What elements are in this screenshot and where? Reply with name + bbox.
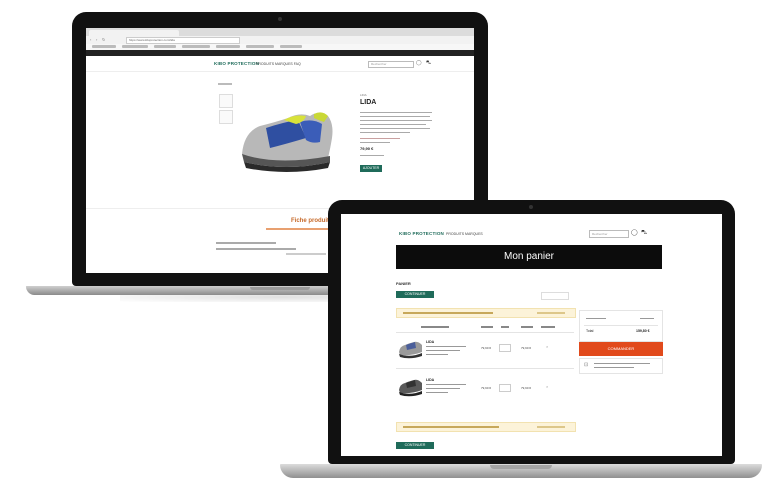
camera-dot [529,205,533,209]
order-summary: Total 159,80 € [579,310,663,342]
site-topbar [86,50,474,56]
user-icon[interactable]: ◯ [631,229,638,236]
column-header-total [521,326,533,328]
cart-section-label: PANIER [396,281,411,286]
item-image [399,341,422,359]
laptop-front-screen: KIBO PROTECTION PRODUITS MARQUES Recherc… [341,214,722,456]
search-input[interactable]: Rechercher [368,61,414,68]
breadcrumb[interactable] [218,83,232,85]
forward-icon[interactable]: › [96,37,97,42]
item-desc [426,350,460,352]
description-line [360,128,430,130]
spec-line [216,242,276,244]
description-line [360,124,426,126]
secure-payment-box: ⊡ [579,358,663,374]
item-desc [426,384,466,386]
search-input[interactable]: Rechercher [589,230,629,238]
column-header-price [481,326,493,328]
description-line [360,112,432,114]
bookmark-item[interactable] [92,45,116,48]
back-icon[interactable]: ‹ [90,37,91,42]
stock-line [360,138,400,140]
item-price: 79,90 € [481,386,492,390]
description-line [360,132,410,134]
camera-dot [278,17,282,21]
column-header-qty [501,326,509,328]
column-header-remove [541,326,555,328]
checkout-button[interactable]: COMMANDER [579,342,663,356]
spec-line [216,248,296,250]
secure-text [594,363,650,365]
laptop-back-notch [250,287,310,290]
size-label [360,142,390,144]
address-bar[interactable]: https://www.kiloprotection.com/lida [126,37,240,44]
add-to-cart-button[interactable]: AJOUTER [360,165,382,172]
total-label: Total [586,329,594,333]
bookmark-item[interactable] [216,45,240,48]
cart-icon[interactable]: ⛍ [426,60,431,67]
bookmark-item[interactable] [246,45,274,48]
user-icon[interactable]: ◯ [416,60,422,66]
reload-icon[interactable]: ↻ [102,37,105,42]
secure-text [594,367,634,369]
product-brand: LIDA [360,93,367,97]
continue-shopping-button-bottom[interactable]: CONTINUER [396,442,434,449]
item-image [399,379,422,397]
qty-stepper[interactable] [499,344,511,352]
lock-icon: ⊡ [584,362,589,368]
product-price: 79,90 € [360,146,374,151]
row-divider [396,332,574,333]
site-logo[interactable]: KIBO PROTECTION [399,231,444,236]
column-header-product [421,326,449,328]
row-divider [396,368,574,369]
total-value: 159,80 € [636,329,650,333]
remove-icon[interactable]: × [546,344,548,349]
pagination[interactable] [541,292,569,300]
product-title: LIDA [360,99,377,106]
alert-text [403,426,499,428]
alert-link[interactable] [537,312,565,314]
qty-label [360,155,384,157]
item-price: 79,90 € [481,346,492,350]
item-name[interactable]: LIDA [426,378,434,382]
main-nav[interactable]: PRODUITS MARQUES [446,232,483,236]
item-desc [426,346,466,348]
product-thumbnail[interactable] [219,94,233,108]
product-image [236,92,346,192]
main-nav[interactable]: PRODUITS MARQUES FAQ [256,62,301,66]
shipping-alert [396,422,576,432]
laptop-front-notch [490,465,552,469]
qty-stepper[interactable] [499,384,511,392]
bookmark-item[interactable] [182,45,210,48]
alert-link[interactable] [537,426,565,428]
bookmark-item[interactable] [154,45,176,48]
item-desc [426,392,448,394]
cart-icon[interactable]: ⛍ [641,229,647,237]
header-divider [86,71,474,72]
item-name[interactable]: LIDA [426,340,434,344]
description-line [360,120,432,122]
item-total: 79,90 € [521,386,532,390]
description-line [360,116,430,118]
item-desc [426,354,448,356]
site-logo[interactable]: KIBO PROTECTION [214,61,259,66]
remove-icon[interactable]: × [546,384,548,389]
alert-text [403,312,493,314]
spec-line [286,253,326,255]
item-desc [426,388,460,390]
cart-banner: Mon panier [396,245,662,269]
bookmark-item[interactable] [280,45,302,48]
product-thumbnail[interactable] [219,110,233,124]
continue-shopping-button[interactable]: CONTINUER [396,291,434,298]
summary-divider [584,325,658,326]
subtotal-value [640,318,654,320]
subtotal-label [586,318,606,320]
shipping-alert [396,308,576,318]
footer-heading: Fiche produit [291,218,329,224]
bookmark-item[interactable] [122,45,148,48]
item-total: 79,90 € [521,346,532,350]
